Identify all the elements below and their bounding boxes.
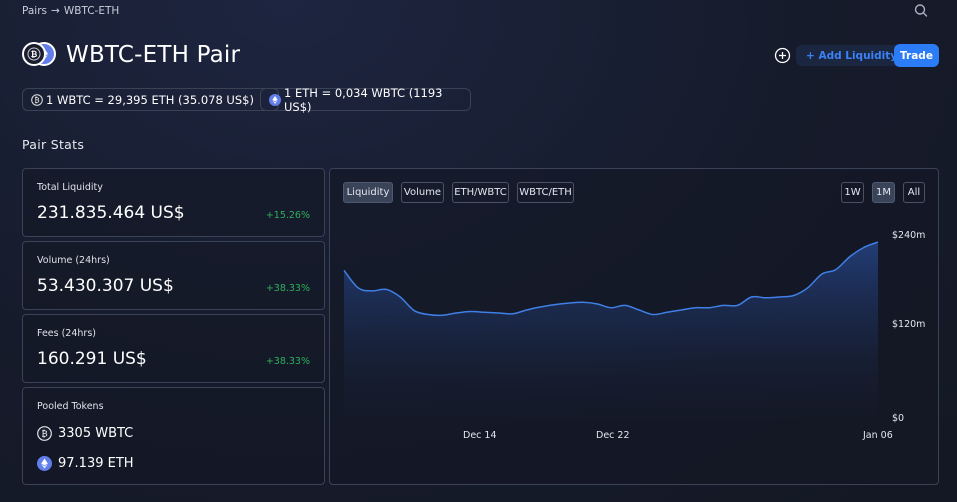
- breadcrumb: Pairs → WBTC-ETH: [22, 5, 119, 17]
- x-tick-label: Dec 22: [596, 430, 630, 441]
- stat-change: +15.26%: [265, 210, 310, 221]
- wbtc-logo-icon: ₿: [22, 42, 46, 66]
- eth-rate-pill: 1 ETH = 0,034 WBTC (1193 US$): [260, 85, 471, 114]
- eth-coin-icon: [269, 93, 281, 106]
- stat-change: +38.33%: [265, 283, 310, 294]
- pair-logos: ₿: [22, 42, 58, 68]
- breadcrumb-current: WBTC-ETH: [63, 5, 120, 17]
- pooled-eth-amount: 97.139 ETH: [58, 456, 134, 471]
- add-circle-icon[interactable]: [774, 47, 791, 64]
- pair-header: ₿ WBTC-ETH Pair: [22, 38, 240, 72]
- section-title-pair-stats: Pair Stats: [22, 137, 85, 152]
- page-title: WBTC-ETH Pair: [66, 42, 241, 68]
- x-tick-label: Dec 14: [463, 430, 497, 441]
- pooled-wbtc-row: ₿ 3305 WBTC: [37, 426, 133, 441]
- breadcrumb-root[interactable]: Pairs: [22, 5, 47, 17]
- y-tick-label: $0: [892, 413, 905, 424]
- wbtc-coin-icon: ₿: [37, 426, 52, 441]
- stat-value: 160.291 US$: [37, 349, 147, 369]
- breadcrumb-separator: →: [51, 5, 60, 17]
- wbtc-rate-text: 1 WBTC = 29,395 ETH (35.078 US$): [46, 92, 254, 107]
- stat-value: 231.835.464 US$: [37, 203, 185, 223]
- trade-button[interactable]: Trade: [894, 44, 939, 67]
- add-liquidity-button[interactable]: + Add Liquidity: [796, 45, 908, 66]
- liquidity-chart[interactable]: [330, 169, 938, 484]
- svg-text:₿: ₿: [34, 96, 39, 104]
- stat-label: Total Liquidity: [37, 182, 103, 193]
- stat-label: Fees (24hrs): [37, 328, 96, 339]
- chart-card: Liquidity Volume ETH/WBTC WBTC/ETH 1W 1M…: [329, 168, 939, 485]
- y-tick-label: $240m: [892, 230, 926, 241]
- stat-value: 53.430.307 US$: [37, 276, 174, 296]
- stat-card-pooled-tokens: Pooled Tokens ₿ 3305 WBTC 97.139 ETH: [22, 387, 325, 485]
- wbtc-rate-pill: ₿ 1 WBTC = 29,395 ETH (35.078 US$): [22, 88, 279, 111]
- svg-text:₿: ₿: [31, 50, 38, 59]
- eth-rate-text: 1 ETH = 0,034 WBTC (1193 US$): [284, 85, 443, 114]
- stat-change: +38.33%: [265, 356, 310, 367]
- pooled-wbtc-amount: 3305 WBTC: [58, 426, 134, 441]
- chart-area-fill: [344, 242, 878, 419]
- stat-label: Volume (24hrs): [37, 255, 110, 266]
- svg-text:₿: ₿: [41, 429, 47, 440]
- stat-card-fees: Fees (24hrs) 160.291 US$ +38.33%: [22, 314, 325, 383]
- stat-card-volume: Volume (24hrs) 53.430.307 US$ +38.33%: [22, 241, 325, 310]
- stat-label: Pooled Tokens: [37, 401, 104, 412]
- wbtc-coin-icon: ₿: [31, 93, 43, 106]
- pooled-eth-row: 97.139 ETH: [37, 456, 134, 471]
- x-tick-label: Jan 06: [863, 430, 893, 441]
- search-icon[interactable]: [913, 3, 929, 19]
- y-tick-label: $120m: [892, 319, 926, 330]
- stat-card-total-liquidity: Total Liquidity 231.835.464 US$ +15.26%: [22, 168, 325, 237]
- eth-coin-icon: [37, 456, 52, 471]
